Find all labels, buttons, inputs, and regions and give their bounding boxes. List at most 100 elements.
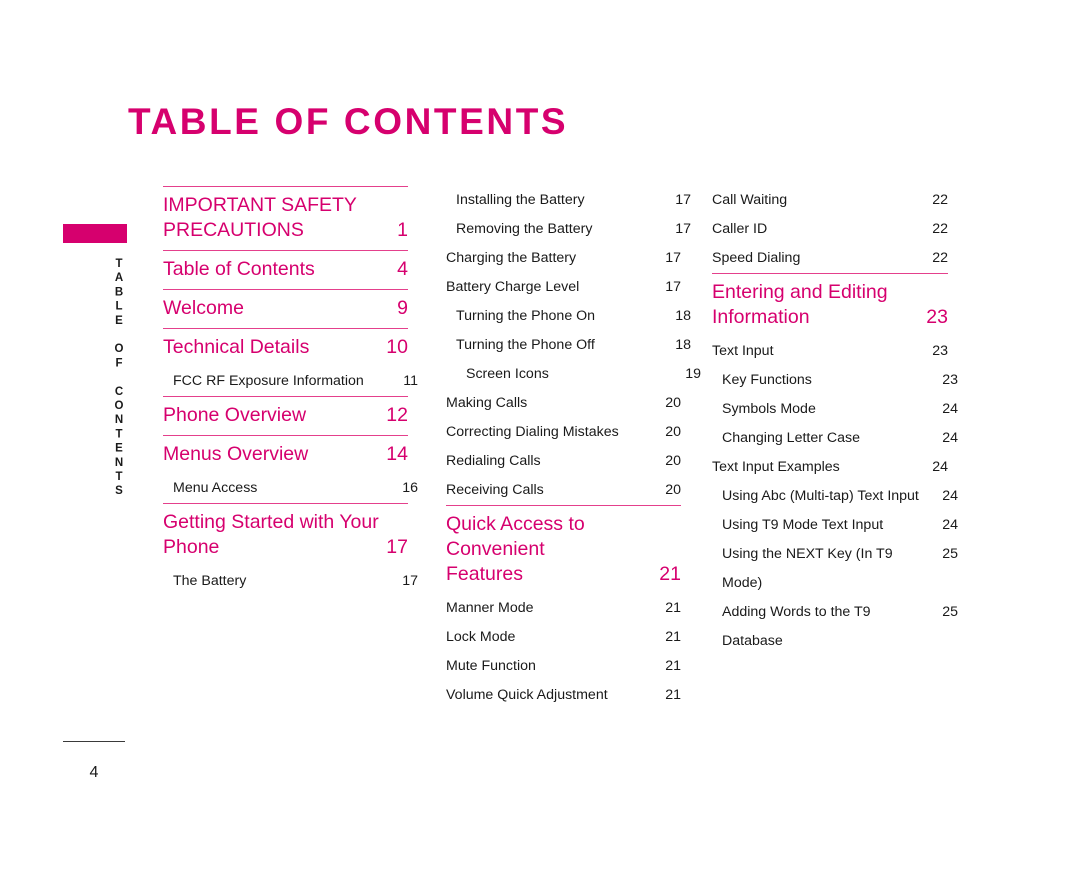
toc-page-number: 9 <box>397 297 408 319</box>
toc-section-label: Welcome <box>163 297 244 319</box>
toc-page-number: 19 <box>685 366 701 382</box>
toc-section-row[interactable]: Menus Overview 14 <box>163 436 408 474</box>
toc-entry-label: Call Waiting <box>712 192 788 208</box>
toc-entry-row[interactable]: The Battery 17 <box>163 567 418 596</box>
toc-entry-row[interactable]: Mute Function 21 <box>446 652 681 681</box>
toc-section-label: Technical Details <box>163 336 310 358</box>
toc-page-number: 23 <box>926 306 948 328</box>
toc-entry-row[interactable]: Making Calls 20 <box>446 389 681 418</box>
toc-entry-row[interactable]: Using Abc (Multi-tap) Text Input 24 <box>712 482 958 511</box>
toc-entry-label: Mute Function <box>446 658 536 674</box>
toc-page-number: 17 <box>675 221 691 237</box>
toc-entry-row[interactable]: Turning the Phone On 18 <box>446 302 691 331</box>
toc-section-row[interactable]: Technical Details 10 <box>163 329 408 367</box>
toc-entry-row[interactable]: Changing Letter Case 24 <box>712 424 958 453</box>
toc-entry-label: Receiving Calls <box>446 482 544 498</box>
toc-entry-row[interactable]: Caller ID 22 <box>712 215 948 244</box>
toc-page-number: 23 <box>942 372 958 388</box>
toc-page-number: 24 <box>942 430 958 446</box>
toc-section-row[interactable]: Getting Started with Your Phone 17 <box>163 504 408 567</box>
toc-entry-row[interactable]: Removing the Battery 17 <box>446 215 691 244</box>
toc-page-number: 20 <box>665 482 681 498</box>
toc-entry-row[interactable]: Using the NEXT Key (In T9 Mode) 25 <box>712 540 958 598</box>
toc-entry-label: Using T9 Mode Text Input <box>722 517 884 533</box>
toc-entry-row[interactable]: Screen Icons 19 <box>446 360 701 389</box>
toc-page-number: 25 <box>942 546 958 562</box>
toc-page-number: 17 <box>386 536 408 558</box>
toc-section-label: Menus Overview <box>163 443 309 465</box>
toc-entry-row[interactable]: Adding Words to the T9 Database 25 <box>712 598 958 656</box>
toc-page-number: 17 <box>402 573 418 589</box>
toc-entry-row[interactable]: Installing the Battery 17 <box>446 186 691 215</box>
toc-section-row[interactable]: Entering and Editing Information 23 <box>712 274 948 337</box>
toc-page-number: 22 <box>932 221 948 237</box>
toc-column-3: Call Waiting 22 Caller ID 22 Speed Dialing 22… <box>712 186 958 656</box>
toc-entry-row[interactable]: Correcting Dialing Mistakes 20 <box>446 418 681 447</box>
toc-entry-label: Menu Access <box>173 480 258 496</box>
toc-entry-row[interactable]: Charging the Battery 17 <box>446 244 681 273</box>
toc-entry-label: Screen Icons <box>466 366 549 382</box>
toc-section-row[interactable]: Phone Overview 12 <box>163 397 408 435</box>
toc-page-number: 24 <box>932 459 948 475</box>
toc-page-number: 22 <box>932 192 948 208</box>
toc-entry-label: The Battery <box>173 573 247 589</box>
toc-page-number: 17 <box>665 250 681 266</box>
toc-entry-row[interactable]: Symbols Mode 24 <box>712 395 958 424</box>
toc-page-number: 10 <box>386 336 408 358</box>
toc-section-row[interactable]: Table of Contents 4 <box>163 251 408 289</box>
toc-entry-label: Key Functions <box>722 372 812 388</box>
toc-entry-row[interactable]: Receiving Calls 20 <box>446 476 681 505</box>
toc-page-number: 14 <box>386 443 408 465</box>
toc-page-number: 18 <box>675 308 691 324</box>
toc-page-number: 21 <box>665 687 681 703</box>
toc-page-number: 20 <box>665 395 681 411</box>
toc-section-label: Table of Contents <box>163 258 315 280</box>
toc-section-row[interactable]: Welcome 9 <box>163 290 408 328</box>
toc-section-label: IMPORTANT SAFETY PRECAUTIONS <box>163 194 357 241</box>
toc-entry-label: Making Calls <box>446 395 528 411</box>
toc-entry-row[interactable]: Volume Quick Adjustment 21 <box>446 681 681 710</box>
toc-page-number: 21 <box>665 600 681 616</box>
toc-entry-label: Changing Letter Case <box>722 430 861 446</box>
toc-page-number: 16 <box>402 480 418 496</box>
toc-section-row[interactable]: Quick Access to Convenient Features 21 <box>446 506 681 594</box>
toc-page-number: 18 <box>675 337 691 353</box>
toc-page-number: 12 <box>386 404 408 426</box>
toc-section-row[interactable]: IMPORTANT SAFETY PRECAUTIONS 1 <box>163 187 408 250</box>
toc-entry-row[interactable]: Menu Access 16 <box>163 474 418 503</box>
toc-entry-label: Volume Quick Adjustment <box>446 687 608 703</box>
toc-page-number: 21 <box>665 629 681 645</box>
page-title: TABLE OF CONTENTS <box>128 101 569 142</box>
toc-section-label: Getting Started with Your Phone <box>163 511 379 558</box>
toc-entry-row[interactable]: Battery Charge Level 17 <box>446 273 681 302</box>
toc-entry-label: Speed Dialing <box>712 250 801 266</box>
toc-entry-row[interactable]: Lock Mode 21 <box>446 623 681 652</box>
toc-entry-row[interactable]: Call Waiting 22 <box>712 186 948 215</box>
footer-page-number: 4 <box>89 764 99 781</box>
toc-entry-label: Caller ID <box>712 221 768 237</box>
toc-page-number: 20 <box>665 424 681 440</box>
toc-page-number: 1 <box>397 219 408 241</box>
footer-divider <box>63 741 125 742</box>
toc-entry-label: Turning the Phone Off <box>456 337 595 353</box>
toc-entry-row[interactable]: Manner Mode 21 <box>446 594 681 623</box>
toc-entry-row[interactable]: Turning the Phone Off 18 <box>446 331 691 360</box>
toc-page-number: 20 <box>665 453 681 469</box>
toc-entry-row[interactable]: Redialing Calls 20 <box>446 447 681 476</box>
toc-entry-label: Using Abc (Multi-tap) Text Input <box>722 488 919 504</box>
toc-entry-row[interactable]: Key Functions 23 <box>712 366 958 395</box>
toc-page-number: 24 <box>942 517 958 533</box>
toc-entry-row[interactable]: Text Input Examples 24 <box>712 453 948 482</box>
toc-entry-label: Battery Charge Level <box>446 279 580 295</box>
toc-entry-label: Using the NEXT Key (In T9 Mode) <box>722 546 893 591</box>
toc-entry-label: Redialing Calls <box>446 453 541 469</box>
toc-page-number: 21 <box>665 658 681 674</box>
toc-page-number: 17 <box>665 279 681 295</box>
toc-entry-row[interactable]: Speed Dialing 22 <box>712 244 948 273</box>
toc-entry-label: Lock Mode <box>446 629 516 645</box>
toc-entry-row[interactable]: FCC RF Exposure Information 11 <box>163 367 418 396</box>
toc-entry-row[interactable]: Using T9 Mode Text Input 24 <box>712 511 958 540</box>
toc-entry-row[interactable]: Text Input 23 <box>712 337 948 366</box>
toc-entry-label: Text Input Examples <box>712 459 840 475</box>
toc-page-number: 21 <box>659 563 681 585</box>
